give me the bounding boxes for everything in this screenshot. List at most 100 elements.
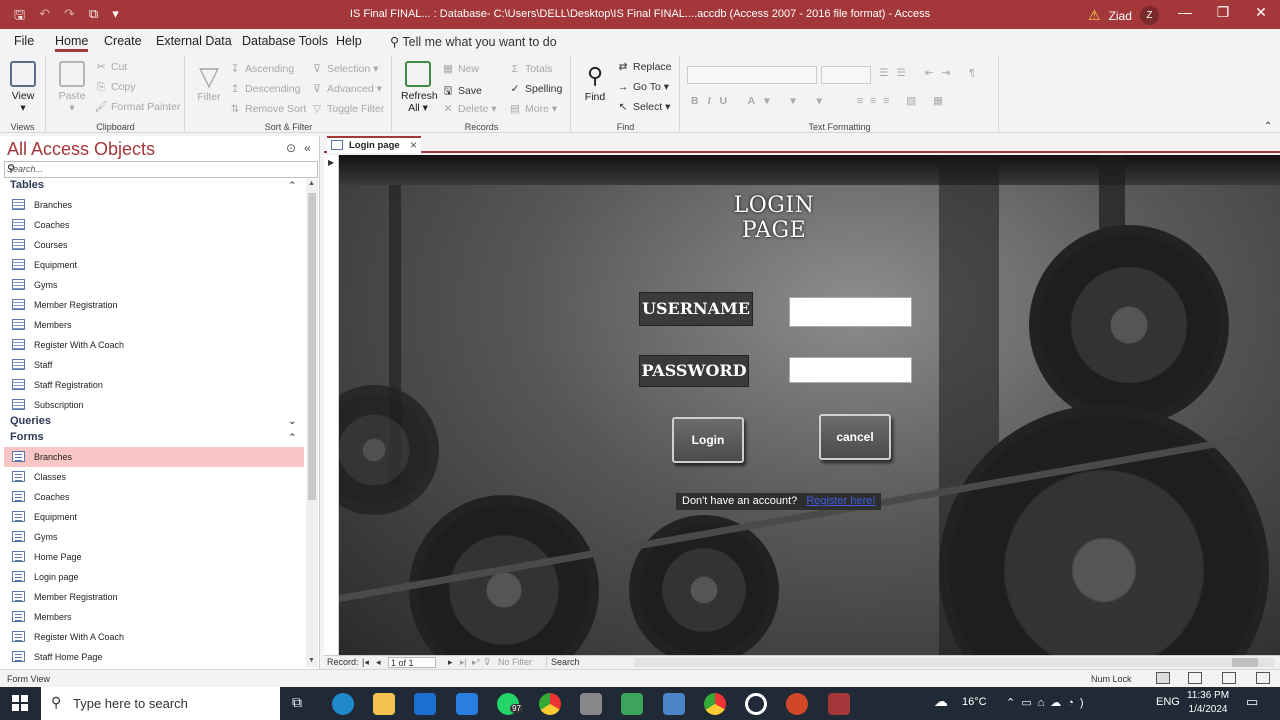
nav-item-branches[interactable]: Branches bbox=[4, 447, 304, 467]
new-record-button[interactable]: ▦ New bbox=[441, 63, 479, 75]
tab-help[interactable]: Help bbox=[336, 34, 362, 48]
record-position-input[interactable]: 1 of 1 bbox=[388, 657, 436, 668]
nav-item-home-page[interactable]: Home Page bbox=[4, 547, 304, 567]
nav-item-staff[interactable]: Staff bbox=[4, 355, 304, 375]
last-record-icon[interactable]: ▸| bbox=[460, 657, 467, 668]
minimize-icon[interactable]: — bbox=[1166, 4, 1204, 21]
nav-item-coaches[interactable]: Coaches bbox=[4, 487, 304, 507]
app-blue-icon[interactable] bbox=[663, 693, 685, 715]
copy-button[interactable]: ⎘ Copy bbox=[94, 81, 136, 94]
scrollbar-thumb[interactable] bbox=[308, 193, 316, 500]
weather-icon[interactable]: ☁ bbox=[934, 693, 948, 710]
tab-external-data[interactable]: External Data bbox=[156, 34, 232, 48]
alignment-icons[interactable]: ≡≡≡ ▨ ▦ bbox=[857, 95, 950, 107]
select-button[interactable]: ↖ Select ▾ bbox=[616, 101, 671, 113]
app-green-icon[interactable] bbox=[621, 693, 643, 715]
scroll-up-icon[interactable]: ▲ bbox=[308, 180, 315, 187]
app-circle-icon[interactable] bbox=[745, 693, 767, 715]
file-explorer-icon[interactable] bbox=[373, 693, 395, 715]
font-style-icons[interactable]: BIU A▾ ▾ ▾ bbox=[691, 95, 831, 107]
font-name-dropdown[interactable] bbox=[687, 66, 817, 84]
powerpoint-icon[interactable] bbox=[786, 693, 808, 715]
nav-item-member-registration[interactable]: Member Registration bbox=[4, 587, 304, 607]
expand-icon[interactable]: ⌄ bbox=[288, 416, 296, 427]
app-icon[interactable] bbox=[580, 693, 602, 715]
nav-item-equipment[interactable]: Equipment bbox=[4, 255, 304, 275]
nav-pane-title[interactable]: All Access Objects bbox=[7, 139, 155, 160]
restore-icon[interactable]: ❐ bbox=[1204, 4, 1242, 21]
advanced-button[interactable]: ⊽ Advanced ▾ bbox=[310, 83, 382, 95]
nav-item-register-with-a-coach[interactable]: Register With A Coach bbox=[4, 627, 304, 647]
nav-section-forms[interactable]: Forms ⌃ bbox=[4, 431, 304, 447]
chrome-profile-icon[interactable] bbox=[704, 693, 726, 715]
horizontal-scrollbar[interactable] bbox=[634, 658, 1274, 667]
format-painter-button[interactable]: 🖌 Format Painter bbox=[94, 100, 180, 113]
record-search-input[interactable]: Search bbox=[546, 657, 626, 667]
store-icon[interactable] bbox=[414, 693, 436, 715]
cut-button[interactable]: ✂ Cut bbox=[94, 61, 128, 73]
nav-item-staff-home-page[interactable]: Staff Home Page bbox=[4, 647, 304, 666]
close-tab-icon[interactable]: × bbox=[410, 138, 417, 152]
collapse-icon[interactable]: ⌃ bbox=[288, 432, 296, 443]
login-button[interactable]: Login bbox=[672, 417, 744, 463]
design-view-icon[interactable] bbox=[1256, 672, 1270, 684]
previous-record-icon[interactable]: ◂ bbox=[376, 657, 381, 668]
no-filter-label[interactable]: No Filter bbox=[498, 657, 532, 667]
save-record-button[interactable]: 🖫 Save bbox=[441, 83, 482, 101]
nav-item-staff-registration[interactable]: Staff Registration bbox=[4, 375, 304, 395]
nav-item-courses[interactable]: Courses bbox=[4, 235, 304, 255]
ascending-button[interactable]: ↧ Ascending bbox=[228, 63, 294, 75]
nav-item-subscription[interactable]: Subscription bbox=[4, 395, 304, 415]
totals-button[interactable]: Σ Totals bbox=[508, 63, 553, 75]
username-input[interactable] bbox=[789, 297, 912, 327]
form-view-icon[interactable] bbox=[1156, 672, 1170, 684]
delete-record-button[interactable]: ✕ Delete ▾ bbox=[441, 103, 497, 115]
next-record-icon[interactable]: ▸ bbox=[448, 657, 453, 668]
register-link[interactable]: Register here! bbox=[806, 495, 875, 507]
system-tray-icons[interactable]: ⌃▭⌂☁◔) bbox=[1006, 696, 1090, 709]
nav-item-register-with-a-coach[interactable]: Register With A Coach bbox=[4, 335, 304, 355]
access-icon[interactable] bbox=[828, 693, 850, 715]
tab-create[interactable]: Create bbox=[104, 34, 142, 48]
nav-search-input[interactable]: Search... ⚲ bbox=[4, 161, 318, 178]
language-indicator[interactable]: ENG bbox=[1156, 696, 1180, 708]
collapse-ribbon-icon[interactable]: ⌃ bbox=[1264, 121, 1272, 132]
replace-button[interactable]: ⇄ Replace bbox=[616, 61, 672, 73]
nav-item-gyms[interactable]: Gyms bbox=[4, 275, 304, 295]
edge-icon[interactable] bbox=[332, 693, 354, 715]
notification-icon[interactable]: ▭ bbox=[1246, 694, 1258, 710]
filter-button[interactable]: ▽ Filter bbox=[194, 61, 224, 103]
remove-sort-button[interactable]: ⇅ Remove Sort bbox=[228, 103, 307, 115]
nav-section-tables[interactable]: Tables ⌃ bbox=[4, 179, 304, 195]
password-input[interactable] bbox=[789, 357, 912, 383]
nav-menu-icon[interactable]: ⊙ bbox=[286, 141, 296, 155]
close-icon[interactable]: ✕ bbox=[1242, 4, 1280, 21]
nav-scrollbar[interactable]: ▲ ▼ bbox=[306, 179, 318, 667]
tab-login-page[interactable]: Login page × bbox=[327, 136, 421, 153]
new-record-icon[interactable]: ▸* bbox=[472, 657, 480, 668]
toggle-filter-button[interactable]: ▽ Toggle Filter bbox=[310, 103, 384, 115]
first-record-icon[interactable]: |◂ bbox=[362, 657, 369, 668]
shutter-bar-close-icon[interactable]: « bbox=[304, 141, 311, 155]
view-button[interactable]: View ▾ bbox=[8, 61, 38, 114]
collapse-icon[interactable]: ⌃ bbox=[288, 180, 296, 191]
nav-item-gyms[interactable]: Gyms bbox=[4, 527, 304, 547]
nav-item-members[interactable]: Members bbox=[4, 607, 304, 627]
horizontal-scrollbar-thumb[interactable] bbox=[1232, 658, 1258, 667]
layout-view-icon[interactable] bbox=[1222, 672, 1236, 684]
list-indent-icons[interactable]: ☰☰ ⇤⇥ ¶ bbox=[879, 67, 983, 79]
scroll-down-icon[interactable]: ▼ bbox=[308, 657, 315, 664]
taskbar-search-box[interactable]: ⚲ Type here to search bbox=[41, 687, 280, 720]
user-area[interactable]: ⚠ Ziad Z bbox=[1088, 6, 1159, 25]
nav-item-classes[interactable]: Classes bbox=[4, 467, 304, 487]
nav-item-coaches[interactable]: Coaches bbox=[4, 215, 304, 235]
find-button[interactable]: ⚲ Find bbox=[580, 61, 610, 103]
nav-item-members[interactable]: Members bbox=[4, 315, 304, 335]
record-selector[interactable]: ▶ bbox=[324, 155, 339, 655]
clock[interactable]: 11:36 PM 1/4/2024 bbox=[1182, 689, 1234, 717]
cancel-button[interactable]: cancel bbox=[819, 414, 891, 460]
tell-me-search[interactable]: ⚲ Tell me what you want to do bbox=[390, 34, 557, 49]
mail-icon[interactable] bbox=[456, 693, 478, 715]
chrome-icon[interactable] bbox=[539, 693, 561, 715]
paste-button[interactable]: Paste ▾ bbox=[57, 61, 87, 114]
